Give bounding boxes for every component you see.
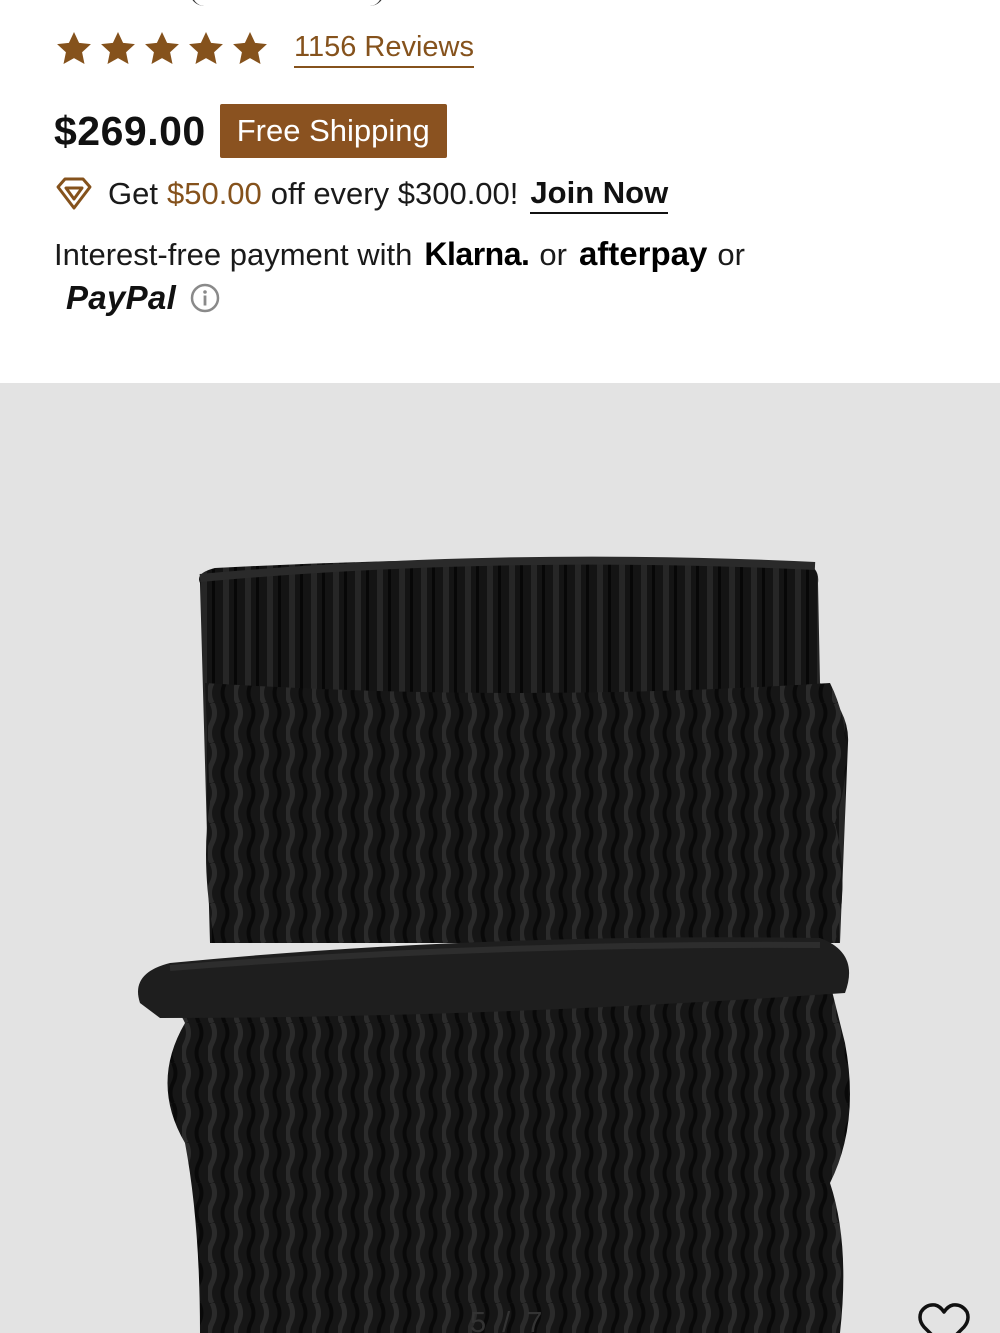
heart-icon[interactable] — [916, 1301, 972, 1333]
reviews-link[interactable]: 1156 Reviews — [294, 31, 475, 68]
product-image-gallery[interactable]: 5 / 7 — [0, 383, 1000, 1333]
payment-or-1: or — [539, 237, 567, 272]
promo-amount: $50.00 — [166, 176, 262, 211]
product-price: $269.00 — [54, 107, 206, 154]
paypal-logo: PayPal — [66, 279, 177, 316]
star-icon — [54, 29, 94, 69]
promo-prefix: Get — [108, 176, 158, 211]
payment-intro: Interest-free payment with — [54, 237, 413, 272]
star-rating — [54, 29, 270, 69]
payment-options: Interest-free payment with Klarna. or after… — [54, 232, 854, 277]
diamond-icon — [54, 176, 94, 212]
product-photo-leg-warmer[interactable] — [0, 383, 1000, 1333]
star-icon — [230, 29, 270, 69]
star-icon — [186, 29, 226, 69]
join-now-link[interactable]: Join Now — [530, 175, 669, 214]
info-icon[interactable] — [190, 283, 220, 313]
payment-or-2: or — [717, 237, 745, 272]
gallery-counter: 5 / 7 — [470, 1307, 547, 1333]
rating-row: 1156 Reviews — [54, 24, 475, 74]
membership-promo: Get $50.00 off every $300.00! Join Now — [54, 170, 669, 218]
previous-title-fragment — [190, 0, 384, 6]
star-icon — [142, 29, 182, 69]
promo-suffix: off every $300.00! — [270, 176, 519, 211]
klarna-logo: Klarna. — [424, 236, 530, 272]
free-shipping-badge: Free Shipping — [219, 104, 447, 158]
afterpay-logo: afterpay — [578, 235, 708, 272]
star-icon — [98, 29, 138, 69]
paypal-line: PayPal — [66, 276, 220, 320]
price-row: $269.00 Free Shipping — [54, 104, 447, 158]
